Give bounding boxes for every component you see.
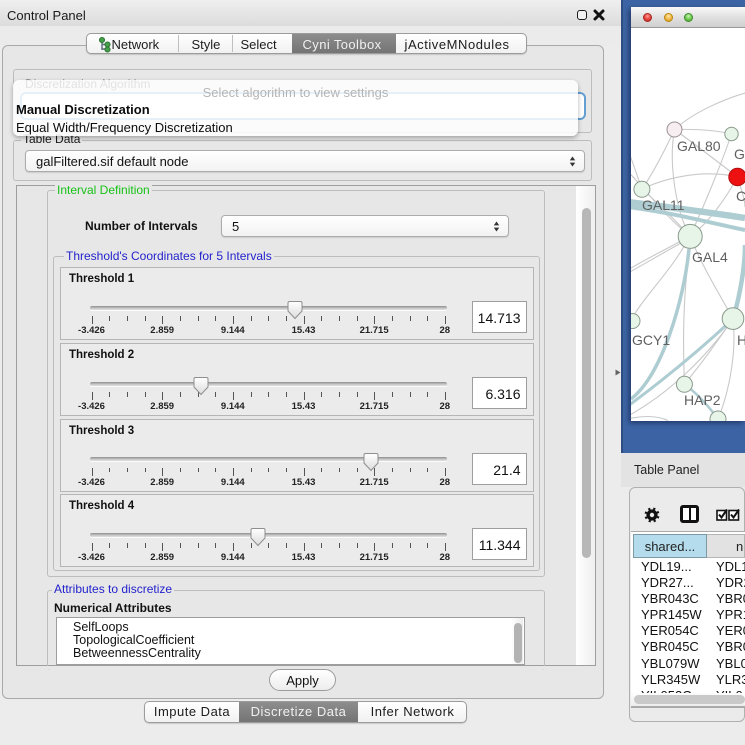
svg-text:HS: HS [737, 332, 745, 348]
svg-text:GAL3: GAL3 [734, 146, 745, 162]
svg-text:GAL80: GAL80 [677, 138, 721, 154]
svg-text:HAP2: HAP2 [684, 392, 721, 408]
svg-text:GAL11: GAL11 [642, 197, 685, 213]
svg-text:GCY1: GCY1 [632, 332, 670, 348]
svg-text:GAL4: GAL4 [692, 249, 728, 265]
svg-text:CR: CR [736, 188, 745, 204]
